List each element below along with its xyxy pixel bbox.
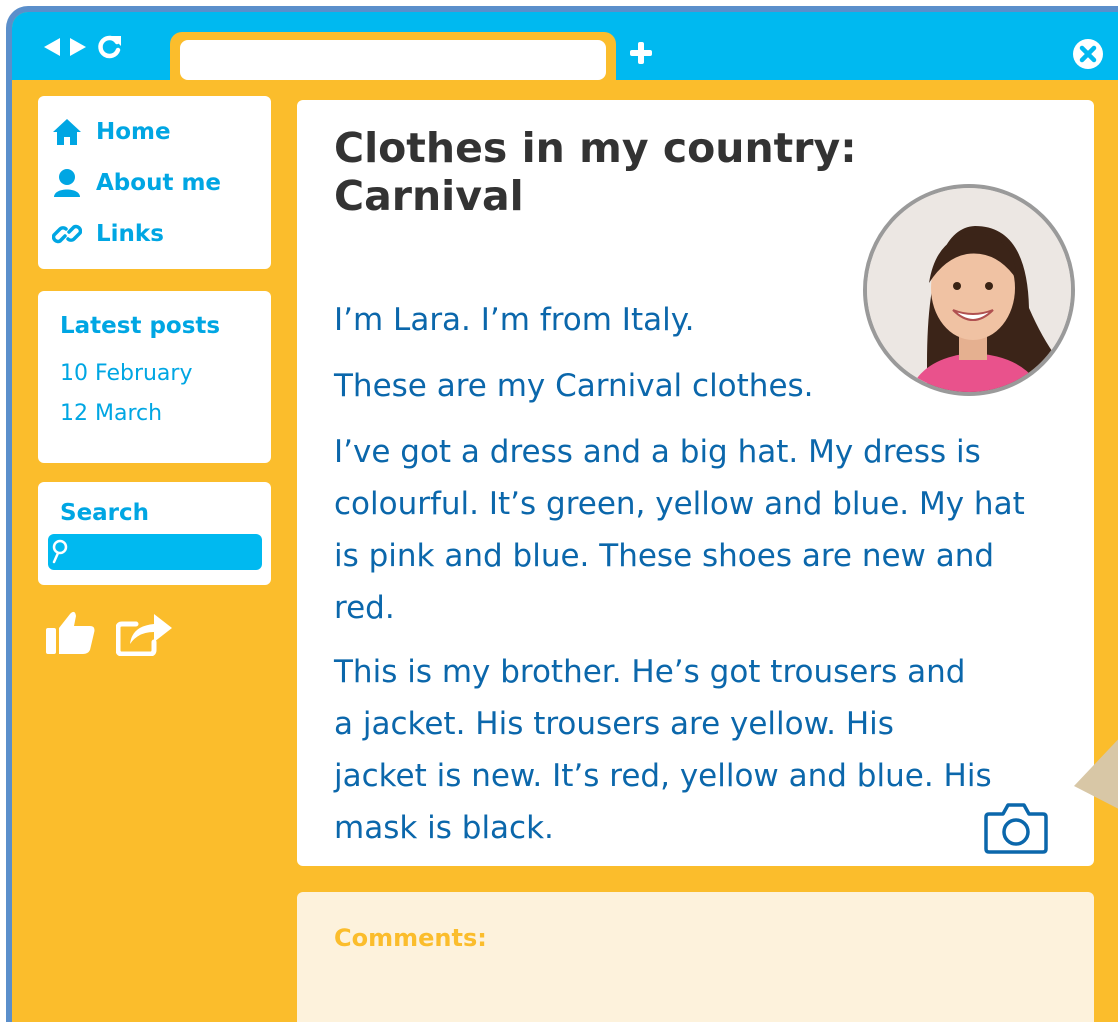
latest-posts-title: Latest posts — [60, 313, 221, 339]
nav-card: Home About me Links — [38, 96, 271, 269]
speech-bubble-pointer — [1074, 739, 1118, 809]
forward-icon[interactable] — [68, 36, 88, 58]
post-paragraph: These are my Carnival clothes. — [334, 368, 814, 404]
post-title: Clothes in my country: Carnival — [334, 124, 857, 220]
girl-portrait-image — [867, 188, 1071, 392]
post-paragraph: This is my brother. He’s got trousers an… — [334, 654, 992, 846]
nav-item-links[interactable]: Links — [52, 214, 164, 254]
home-icon — [53, 119, 81, 145]
browser-window: Home About me Links Latest posts 10 Febr… — [6, 6, 1118, 1022]
comments-card: Comments: — [297, 892, 1094, 1022]
post-link-march[interactable]: 12 March — [60, 401, 162, 426]
latest-posts-card: Latest posts 10 February 12 March — [38, 291, 271, 463]
nav-item-about[interactable]: About me — [52, 163, 221, 203]
nav-item-home[interactable]: Home — [52, 112, 171, 152]
nav-item-label: Home — [96, 119, 171, 145]
search-card: Search — [38, 482, 271, 585]
close-icon[interactable] — [1072, 38, 1104, 70]
author-photo — [863, 184, 1075, 396]
post-card: Clothes in my country: Carnival I’m Lara… — [297, 100, 1094, 866]
post-paragraph: I’m Lara. I’m from Italy. — [334, 302, 695, 338]
search-input[interactable] — [48, 534, 262, 570]
nav-item-label: About me — [96, 170, 222, 196]
nav-item-label: Links — [96, 221, 164, 247]
post-paragraph: I’ve got a dress and a big hat. My dress… — [334, 434, 1025, 626]
new-tab-icon[interactable] — [626, 38, 656, 68]
person-icon — [54, 169, 80, 197]
back-icon[interactable] — [42, 36, 62, 58]
camera-icon[interactable] — [983, 800, 1049, 856]
reload-icon[interactable] — [96, 33, 124, 61]
post-link-february[interactable]: 10 February — [60, 361, 192, 386]
comments-label: Comments: — [334, 924, 487, 952]
link-icon — [52, 224, 82, 244]
search-title: Search — [60, 500, 150, 526]
address-bar[interactable] — [180, 40, 606, 80]
like-icon[interactable] — [44, 610, 98, 656]
share-icon[interactable] — [116, 610, 174, 656]
search-icon — [52, 539, 68, 564]
